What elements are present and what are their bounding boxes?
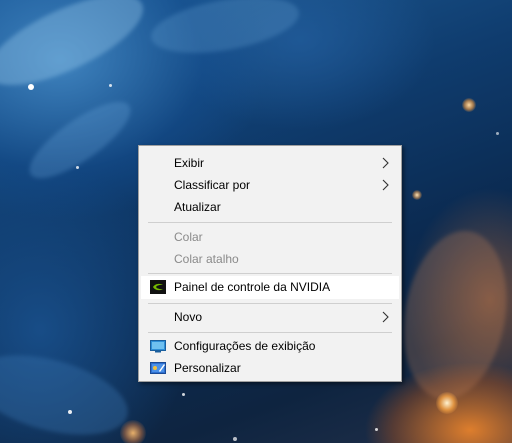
menu-item-label: Exibir [174,156,205,170]
wallpaper-sparkle [233,437,237,441]
wallpaper-glow [462,98,476,112]
wallpaper-sparkle [496,132,499,135]
wallpaper-streak [19,89,141,191]
menu-item-label: Novo [174,310,203,324]
menu-item-novo[interactable]: Novo [141,306,399,328]
menu-item-personalizar[interactable]: Personalizar [141,357,399,379]
wallpaper-sparkle [76,166,79,169]
wallpaper-sparkle [182,393,185,396]
menu-item-label: Personalizar [174,361,241,375]
wallpaper-glow [412,190,422,200]
menu-item-label: Classificar por [174,178,251,192]
menu-item-nvidia-control-panel[interactable]: Painel de controle da NVIDIA [141,276,399,299]
menu-separator [148,222,392,223]
wallpaper-glow [436,392,458,414]
wallpaper-sparkle [375,428,378,431]
menu-item-colar[interactable]: Colar [141,226,399,248]
desktop-context-menu: Exibir Classificar por Atualizar Colar C… [138,145,402,382]
menu-item-label: Atualizar [174,200,221,214]
menu-separator [148,273,392,274]
wallpaper-streak [146,0,304,63]
menu-item-classificar-por[interactable]: Classificar por [141,174,399,196]
wallpaper-streak [390,222,512,408]
wallpaper-streak [0,340,137,443]
menu-item-label: Configurações de exibição [174,339,316,353]
wallpaper-sparkle [109,84,112,87]
menu-item-label: Colar atalho [174,252,239,266]
chevron-right-icon [382,157,389,169]
menu-item-configuracoes-de-exibicao[interactable]: Configurações de exibição [141,335,399,357]
menu-item-label: Painel de controle da NVIDIA [174,280,331,294]
chevron-right-icon [382,179,389,191]
chevron-right-icon [382,311,389,323]
menu-separator [148,332,392,333]
wallpaper-streak [0,0,155,104]
personalize-icon [150,362,166,374]
menu-separator [148,303,392,304]
menu-item-colar-atalho[interactable]: Colar atalho [141,248,399,270]
menu-item-atualizar[interactable]: Atualizar [141,196,399,218]
wallpaper-glow [120,420,146,443]
menu-item-exibir[interactable]: Exibir [141,152,399,174]
wallpaper-sparkle [28,84,34,90]
wallpaper-sparkle [68,410,72,414]
display-settings-icon [150,340,166,353]
menu-item-label: Colar [174,230,203,244]
nvidia-icon [150,280,166,294]
